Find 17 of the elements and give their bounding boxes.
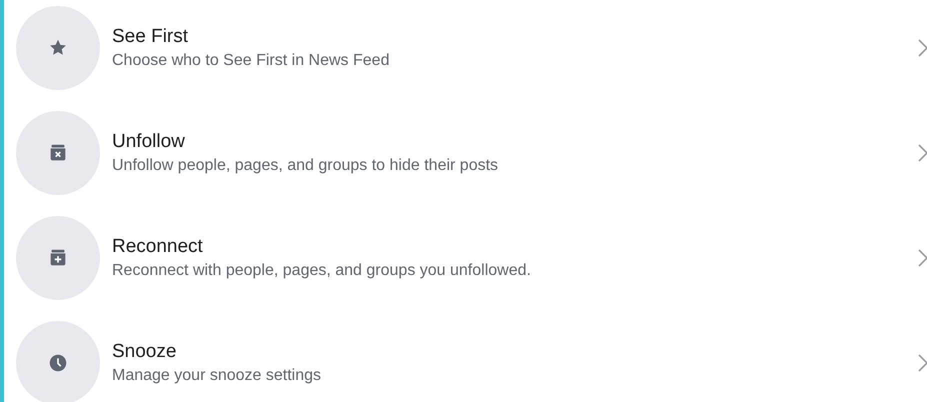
menu-item[interactable]: Snooze Manage your snooze settings	[16, 321, 927, 402]
menu-item[interactable]: See First Choose who to See First in News Feed	[16, 6, 927, 90]
item-description: Manage your snooze settings	[112, 367, 322, 385]
item-title: Reconnect	[112, 236, 204, 258]
chevron-right-icon	[918, 143, 927, 163]
menu-item[interactable]: Unfollow Unfollow people, pages, and groups to hide their posts	[16, 111, 927, 195]
item-title: Snooze	[112, 341, 178, 363]
chevron-right-icon	[918, 248, 927, 268]
chevron-right-icon	[918, 353, 927, 373]
item-description: Choose who to See First in News Feed	[112, 52, 390, 70]
menu-item[interactable]: Reconnect Reconnect with people, pages, and groups you unfollowed.	[16, 216, 927, 300]
item-description: Reconnect with people, pages, and groups you unfollowed.	[112, 262, 532, 280]
item-title: See First	[112, 26, 190, 48]
item-title: Unfollow	[112, 131, 186, 153]
chevron-right-icon	[918, 38, 927, 58]
item-description: Unfollow people, pages, and groups to hide their posts	[112, 157, 500, 175]
clock-icon	[47, 352, 69, 374]
